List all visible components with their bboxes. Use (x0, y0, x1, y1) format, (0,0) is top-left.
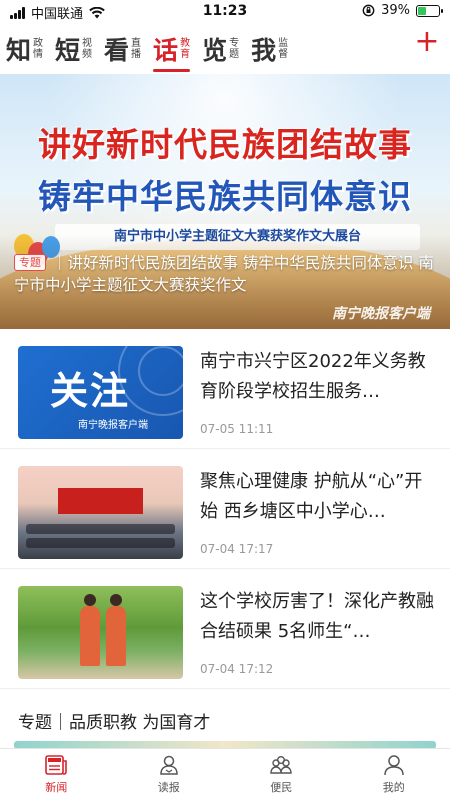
channel-tab-char: 览 (202, 36, 228, 65)
channel-tab-subtitle-1: 政 (33, 38, 44, 49)
channel-tab[interactable]: 短视频 (49, 24, 98, 74)
read-newspaper-icon (159, 755, 178, 775)
channel-tab-subtitle-2: 情 (33, 49, 44, 60)
news-thumbnail: 关注 南宁晚报客户端 (18, 346, 183, 439)
profile-icon (384, 755, 404, 776)
channel-tab[interactable]: 我监督 (245, 24, 294, 74)
channel-tabs: 知政情短视频看直播话教育览专题我监督 (0, 24, 450, 74)
community-icon (270, 756, 292, 774)
news-time: 07-04 17:12 (200, 662, 274, 676)
channel-tab-subtitle-1: 直 (131, 38, 142, 49)
nav-profile[interactable]: 我的 (338, 749, 450, 800)
add-channel-button[interactable]: + (414, 27, 440, 57)
battery-icon (416, 4, 443, 17)
channel-tab-subtitle: 直播 (131, 38, 141, 60)
news-item[interactable]: 关注 南宁晚报客户端 南宁市兴宁区2022年义务教育阶段学校招生服务… 07-0… (0, 329, 450, 449)
banner-watermark: 南宁晚报客户端 (332, 306, 430, 322)
nav-read-newspaper[interactable]: 读报 (113, 749, 226, 800)
featured-banner[interactable]: 讲好新时代民族团结故事 铸牢中华民族共同体意识 南宁市中小学主题征文大赛获奖作文… (0, 74, 450, 329)
channel-tab-subtitle-1: 专 (229, 38, 240, 49)
channel-tab-subtitle-1: 视 (82, 38, 93, 49)
channel-tab[interactable]: 知政情 (0, 24, 49, 74)
nav-label: 新闻 (45, 781, 68, 794)
channel-tab[interactable]: 看直播 (98, 24, 147, 74)
status-bar: 中国联通 11:23 39% (0, 0, 450, 24)
channel-tab-char: 话 (153, 36, 179, 65)
channel-tab-subtitle: 视频 (82, 38, 92, 60)
channel-tab-subtitle-2: 督 (278, 49, 289, 60)
channel-tab-char: 我 (251, 36, 277, 65)
channel-tab-subtitle-2: 育 (180, 49, 191, 60)
thumbnail-focus-word: 关注 (50, 369, 131, 413)
nav-label: 读报 (157, 781, 180, 794)
channel-tab-subtitle-1: 教 (180, 38, 191, 49)
channel-tab[interactable]: 话教育 (147, 24, 196, 74)
news-time: 07-04 17:17 (200, 542, 274, 556)
nav-news[interactable]: 新闻 (0, 749, 113, 800)
orientation-lock-icon (362, 4, 375, 17)
battery-percent: 39% (381, 3, 410, 18)
banner-headline-1: 讲好新时代民族团结故事 (38, 125, 412, 164)
channel-tab-subtitle: 专题 (229, 38, 239, 60)
thumbnail-brand: 南宁晚报客户端 (78, 420, 148, 431)
channel-tab-char: 知 (6, 36, 32, 65)
status-right: 39% (362, 3, 443, 18)
news-item[interactable]: 聚焦心理健康 护航从“心”开始 西乡塘区中小学心… 07-04 17:17 (0, 449, 450, 569)
nav-label: 便民 (270, 781, 293, 794)
banner-headline-2: 铸牢中华民族共同体意识 (38, 177, 412, 216)
topic-tag: 专题 (14, 254, 46, 271)
nav-community[interactable]: 便民 (225, 749, 338, 800)
channel-tab[interactable]: 览专题 (196, 24, 245, 74)
channel-tab-subtitle-1: 监 (278, 38, 289, 49)
channel-tab-subtitle: 监督 (278, 38, 288, 60)
channel-tab-subtitle-2: 频 (82, 49, 93, 60)
channel-tab-subtitle: 政情 (33, 38, 43, 60)
banner-caption-text: ｜讲好新时代民族团结故事 铸牢中华民族共同体意识 南宁市中小学主题征文大赛获奖作… (14, 254, 434, 294)
news-list: 关注 南宁晚报客户端 南宁市兴宁区2022年义务教育阶段学校招生服务… 07-0… (0, 329, 450, 689)
channel-tab-char: 短 (55, 36, 81, 65)
channel-tab-subtitle: 教育 (180, 38, 190, 60)
news-thumbnail (18, 586, 183, 679)
news-title[interactable]: 聚焦心理健康 护航从“心”开始 西乡塘区中小学心… (200, 467, 434, 527)
channel-tab-subtitle-2: 播 (131, 49, 142, 60)
channel-tab-char: 看 (104, 36, 130, 65)
news-thumbnail (18, 466, 183, 559)
section-title[interactable]: 专题｜品质职教 为国育才 (18, 708, 210, 733)
bottom-nav: 新闻 读报 便民 我的 (0, 748, 450, 800)
news-item[interactable]: 这个学校厉害了！深化产教融合结硕果 5名师生“… 07-04 17:12 (0, 569, 450, 689)
nav-label: 我的 (382, 781, 405, 794)
news-title[interactable]: 这个学校厉害了！深化产教融合结硕果 5名师生“… (200, 587, 434, 647)
channel-tab-subtitle-2: 题 (229, 49, 240, 60)
news-icon (45, 755, 68, 775)
banner-caption: 专题 ｜讲好新时代民族团结故事 铸牢中华民族共同体意识 南宁市中小学主题征文大赛获… (14, 252, 436, 296)
news-time: 07-05 11:11 (200, 422, 274, 436)
news-title[interactable]: 南宁市兴宁区2022年义务教育阶段学校招生服务… (200, 347, 434, 407)
